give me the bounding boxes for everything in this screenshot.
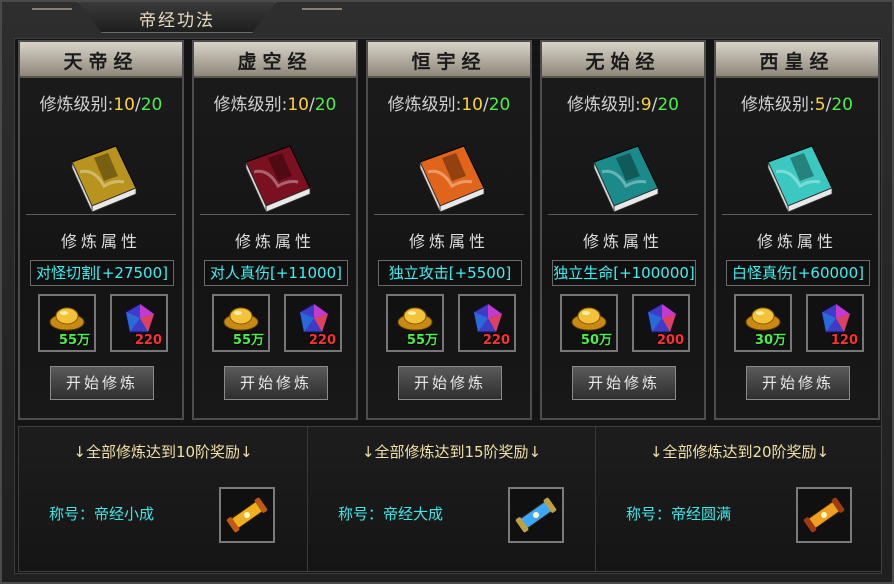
cultivation-card: 恒宇经修炼级别:10/20 修炼属性独立攻击[+5500] 55万 220 开始修炼 bbox=[366, 40, 532, 420]
gem-cost-count: 120 bbox=[830, 333, 858, 348]
reward-condition: ↓全部修炼达到15阶奖励↓ bbox=[361, 443, 542, 461]
start-cultivation-button[interactable]: 开始修炼 bbox=[746, 366, 850, 400]
gold-cost-count: 30万 bbox=[754, 333, 786, 348]
level-current: 10 bbox=[287, 95, 309, 115]
gem-cost-slot[interactable]: 220 bbox=[284, 294, 342, 352]
gem-cost-slot[interactable]: 120 bbox=[806, 294, 864, 352]
level-display: 修炼级别:10/20 bbox=[20, 90, 182, 115]
gold-cost-count: 55万 bbox=[406, 333, 438, 348]
level-max: 20 bbox=[657, 95, 679, 115]
attribute-value: 独立攻击[+5500] bbox=[378, 260, 522, 286]
level-label: 修炼级别: bbox=[741, 95, 815, 115]
section-divider bbox=[26, 214, 176, 225]
gem-cost-slot[interactable]: 220 bbox=[458, 294, 516, 352]
gem-cost-count: 220 bbox=[482, 333, 510, 348]
reward-panel: ↓全部修炼达到10阶奖励↓ 称号：帝经小成 ↓全部修炼达到15阶奖励↓ 称号：帝经大成… bbox=[18, 426, 882, 572]
gold-cost-slot[interactable]: 55万 bbox=[212, 294, 270, 352]
reward-condition: ↓全部修炼达到10阶奖励↓ bbox=[73, 443, 253, 461]
level-display: 修炼级别:10/20 bbox=[368, 90, 530, 115]
start-cultivation-button[interactable]: 开始修炼 bbox=[50, 366, 154, 400]
reward-tier: ↓全部修炼达到20阶奖励↓ 称号：帝经圆满 bbox=[595, 427, 883, 571]
golden-scroll-icon[interactable] bbox=[219, 487, 275, 543]
level-max: 20 bbox=[314, 95, 337, 115]
level-display: 修炼级别:10/20 bbox=[194, 90, 356, 115]
level-max: 20 bbox=[140, 95, 163, 115]
level-display: 修炼级别:9/20 bbox=[542, 90, 704, 115]
level-display: 修炼级别:5/20 bbox=[716, 90, 878, 115]
level-current: 10 bbox=[113, 95, 135, 115]
gem-cost-count: 220 bbox=[308, 333, 336, 348]
gem-cost-count: 220 bbox=[134, 333, 162, 348]
level-label: 修炼级别: bbox=[567, 95, 641, 115]
cultivation-card: 天帝经修炼级别:10/20 修炼属性对怪切割[+27500] 55万 220 开始修炼 bbox=[18, 40, 184, 420]
title-ornament-right bbox=[302, 8, 342, 10]
reward-title: 称号：帝经圆满 bbox=[626, 505, 732, 523]
gold-cost-slot[interactable]: 55万 bbox=[38, 294, 96, 352]
attribute-value: 独立生命[+100000] bbox=[552, 260, 696, 286]
cultivation-card: 无始经修炼级别:9/20 修炼属性独立生命[+100000] 50万 200 开始修炼 bbox=[540, 40, 706, 420]
gold-cost-slot[interactable]: 50万 bbox=[560, 294, 618, 352]
card-title: 恒宇经 bbox=[411, 51, 487, 73]
section-title: 修炼属性 bbox=[408, 232, 489, 251]
attribute-value: 白怪真伤[+60000] bbox=[726, 260, 870, 286]
section-divider bbox=[374, 214, 524, 225]
skill-book-icon bbox=[238, 142, 316, 214]
card-title: 虚空经 bbox=[237, 51, 313, 73]
gold-cost-count: 50万 bbox=[580, 333, 612, 348]
cultivation-card: 西皇经修炼级别:5/20 修炼属性白怪真伤[+60000] 30万 120 开始修炼 bbox=[714, 40, 880, 420]
level-label: 修炼级别: bbox=[39, 95, 114, 115]
window-title-tab: 帝经功法 bbox=[78, 2, 276, 33]
card-title: 无始经 bbox=[585, 51, 661, 73]
card-header: 西皇经 bbox=[716, 42, 878, 78]
cultivation-card: 虚空经修炼级别:10/20 修炼属性对人真伤[+11000] 55万 220 开始修炼 bbox=[192, 40, 358, 420]
card-header: 无始经 bbox=[542, 42, 704, 78]
reward-tier: ↓全部修炼达到10阶奖励↓ 称号：帝经小成 bbox=[19, 427, 307, 571]
level-label: 修炼级别: bbox=[213, 95, 288, 115]
gem-cost-count: 200 bbox=[656, 333, 684, 348]
level-current: 5 bbox=[814, 95, 826, 115]
skill-book-icon bbox=[760, 142, 838, 214]
gold-cost-slot[interactable]: 55万 bbox=[386, 294, 444, 352]
card-header: 虚空经 bbox=[194, 42, 356, 78]
attribute-value: 对人真伤[+11000] bbox=[204, 260, 348, 286]
gold-cost-count: 55万 bbox=[58, 333, 90, 348]
section-title: 修炼属性 bbox=[234, 232, 315, 251]
gem-cost-slot[interactable]: 200 bbox=[632, 294, 690, 352]
card-title: 西皇经 bbox=[759, 51, 835, 73]
card-header: 天帝经 bbox=[20, 42, 182, 78]
ornate-scroll-icon[interactable] bbox=[796, 487, 852, 543]
reward-title: 称号：帝经小成 bbox=[49, 505, 155, 523]
card-header: 恒宇经 bbox=[368, 42, 530, 78]
gold-cost-slot[interactable]: 30万 bbox=[734, 294, 792, 352]
level-max: 20 bbox=[488, 95, 511, 115]
gem-cost-slot[interactable]: 220 bbox=[110, 294, 168, 352]
window-frame: 帝经功法 天帝经修炼级别:10/20 修炼属性对怪切割[+27500] 55万 220… bbox=[0, 0, 894, 584]
section-divider bbox=[200, 214, 350, 225]
level-current: 10 bbox=[461, 95, 483, 115]
level-current: 9 bbox=[640, 95, 652, 115]
gold-cost-count: 55万 bbox=[232, 333, 264, 348]
start-cultivation-button[interactable]: 开始修炼 bbox=[398, 366, 502, 400]
reward-title: 称号：帝经大成 bbox=[338, 505, 444, 523]
section-title: 修炼属性 bbox=[60, 232, 141, 251]
skill-book-icon bbox=[412, 142, 490, 214]
reward-tier: ↓全部修炼达到15阶奖励↓ 称号：帝经大成 bbox=[307, 427, 595, 571]
section-divider bbox=[722, 214, 872, 225]
reward-condition: ↓全部修炼达到20阶奖励↓ bbox=[649, 443, 830, 461]
blue-scroll-icon[interactable] bbox=[508, 487, 564, 543]
card-title: 天帝经 bbox=[63, 51, 139, 73]
level-label: 修炼级别: bbox=[387, 95, 462, 115]
level-max: 20 bbox=[831, 95, 853, 115]
window-title: 帝经功法 bbox=[139, 11, 215, 31]
section-title: 修炼属性 bbox=[582, 232, 663, 251]
section-title: 修炼属性 bbox=[756, 232, 837, 251]
title-ornament-left bbox=[32, 8, 72, 10]
skill-book-icon bbox=[64, 142, 142, 214]
skill-book-icon bbox=[586, 142, 664, 214]
start-cultivation-button[interactable]: 开始修炼 bbox=[572, 366, 676, 400]
start-cultivation-button[interactable]: 开始修炼 bbox=[224, 366, 328, 400]
section-divider bbox=[548, 214, 698, 225]
attribute-value: 对怪切割[+27500] bbox=[30, 260, 174, 286]
